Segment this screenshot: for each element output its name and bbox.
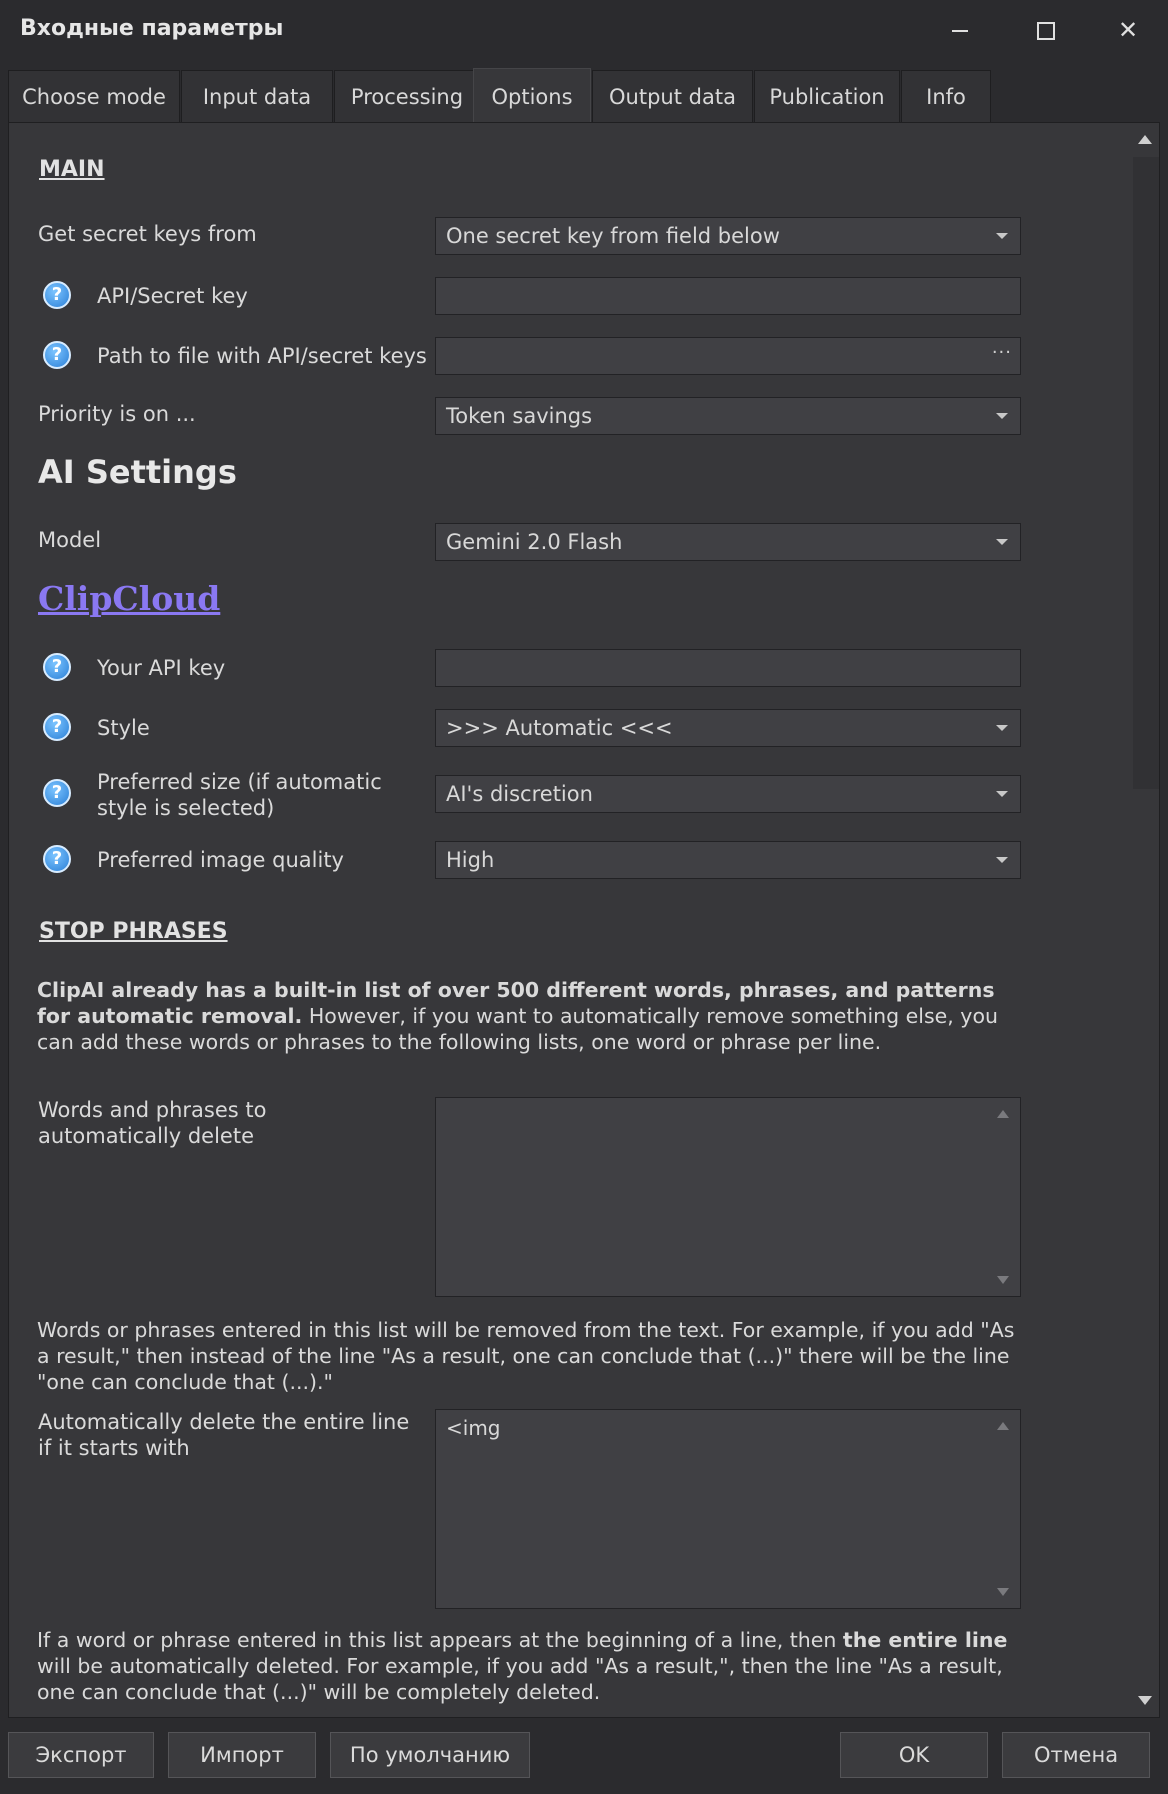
scroll-down-icon[interactable] [997,1276,1009,1284]
tab-options[interactable]: Options [473,68,591,122]
delete-line-note: If a word or phrase entered in this list… [37,1627,1027,1705]
style-value: >>> Automatic <<< [446,716,673,740]
path-input[interactable]: ··· [435,337,1021,375]
close-icon[interactable]: ✕ [1098,6,1158,54]
tab-choose-mode[interactable]: Choose mode [8,70,180,122]
clipcloud-link[interactable]: ClipCloud [38,579,220,618]
delete-line-label: Automatically delete the entire line if … [38,1410,410,1460]
secret-keys-dropdown[interactable]: One secret key from field below [435,217,1021,255]
style-dropdown[interactable]: >>> Automatic <<< [435,709,1021,747]
export-button[interactable]: Экспорт [8,1732,154,1778]
secret-keys-value: One secret key from field below [446,224,780,248]
stop-phrases-title: STOP PHRASES [39,919,228,944]
browse-button[interactable]: ··· [992,338,1012,371]
delete-line-note-bold: the entire line [842,1628,1008,1652]
priority-dropdown[interactable]: Token savings [435,397,1021,435]
help-icon[interactable]: ? [43,713,71,741]
help-icon[interactable]: ? [43,653,71,681]
chevron-down-icon [996,857,1008,863]
tab-info[interactable]: Info [901,70,991,122]
clipcloud-api-key-input[interactable] [435,649,1021,687]
scroll-down-icon[interactable] [1138,1696,1152,1705]
cancel-button[interactable]: Отмена [1002,1732,1150,1778]
tab-input-data[interactable]: Input data [181,70,333,122]
chevron-down-icon [996,539,1008,545]
path-label: Path to file with API/secret keys [97,344,427,368]
title-bar: Входные параметры ✕ [0,0,1168,60]
options-panel: MAIN Get secret keys from One secret key… [8,122,1160,1718]
tab-processing[interactable]: Processing [334,70,480,122]
scroll-down-icon[interactable] [997,1588,1009,1596]
defaults-button[interactable]: По умолчанию [330,1732,530,1778]
section-main-title: MAIN [39,157,105,182]
chevron-down-icon [996,233,1008,239]
delete-line-note-b: will be automatically deleted. For examp… [37,1654,1003,1704]
delete-words-note: Words or phrases entered in this list wi… [37,1318,1015,1394]
quality-dropdown[interactable]: High [435,841,1021,879]
quality-label: Preferred image quality [97,848,344,872]
scroll-up-icon[interactable] [997,1110,1009,1118]
textarea-scrollbar[interactable] [986,1098,1020,1296]
maximize-icon[interactable] [1014,6,1074,54]
delete-words-label: Words and phrases to automatically delet… [38,1098,267,1148]
help-icon[interactable]: ? [43,281,71,309]
delete-line-note-a: If a word or phrase entered in this list… [37,1628,843,1652]
panel-scrollbar[interactable] [1127,123,1159,1717]
scroll-up-icon[interactable] [1138,135,1152,144]
ai-settings-title: AI Settings [38,453,237,491]
tab-publication[interactable]: Publication [754,70,900,122]
delete-line-value: <img [446,1416,501,1440]
delete-words-textarea[interactable] [435,1097,1021,1297]
priority-value: Token savings [446,404,593,428]
dialog-footer: Экспорт Импорт По умолчанию OK Отмена [0,1718,1168,1794]
help-icon[interactable]: ? [43,779,71,807]
priority-label: Priority is on ... [38,402,196,426]
api-key-label: API/Secret key [97,284,248,308]
ok-button[interactable]: OK [840,1732,988,1778]
scrollbar-thumb[interactable] [1133,157,1159,789]
size-label: Preferred size (if automatic style is se… [97,770,382,820]
minimize-icon[interactable] [930,6,990,54]
style-label: Style [97,716,150,740]
import-button[interactable]: Импорт [168,1732,316,1778]
clipcloud-api-key-label: Your API key [97,656,226,680]
chevron-down-icon [996,791,1008,797]
quality-value: High [446,848,495,872]
scroll-up-icon[interactable] [997,1422,1009,1430]
help-icon[interactable]: ? [43,845,71,873]
api-key-input[interactable] [435,277,1021,315]
chevron-down-icon [996,413,1008,419]
delete-line-textarea[interactable]: <img [435,1409,1021,1609]
textarea-scrollbar[interactable] [986,1410,1020,1608]
model-label: Model [38,528,102,552]
size-value: AI's discretion [446,782,593,806]
help-icon[interactable]: ? [43,341,71,369]
tab-output-data[interactable]: Output data [592,70,753,122]
stop-phrases-intro: ClipAI already has a built-in list of ov… [37,977,1027,1055]
window-title: Входные параметры [20,16,284,41]
model-value: Gemini 2.0 Flash [446,530,623,554]
secret-keys-label: Get secret keys from [38,222,257,246]
size-dropdown[interactable]: AI's discretion [435,775,1021,813]
model-dropdown[interactable]: Gemini 2.0 Flash [435,523,1021,561]
chevron-down-icon [996,725,1008,731]
